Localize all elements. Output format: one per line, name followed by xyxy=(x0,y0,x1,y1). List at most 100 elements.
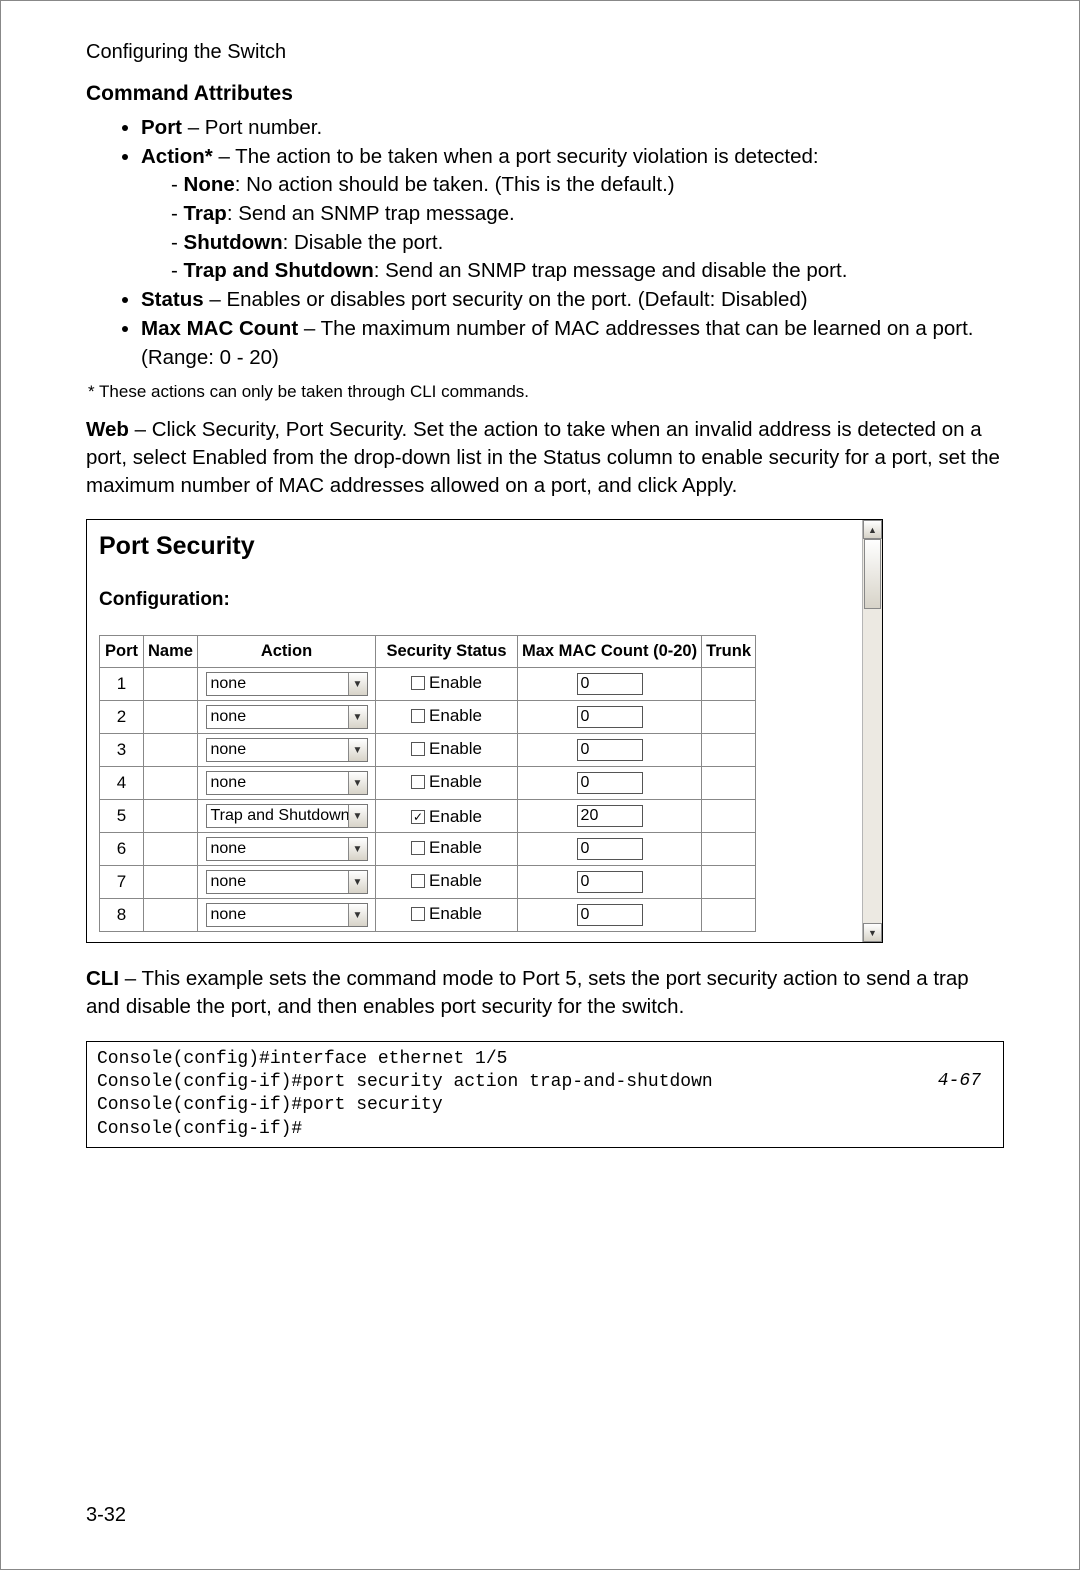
mac-count-input[interactable] xyxy=(577,673,643,695)
attr-status-desc: – Enables or disables port security on t… xyxy=(204,288,808,311)
action-none: None: No action should be taken. (This i… xyxy=(171,171,1004,200)
cell-name xyxy=(144,701,198,734)
attr-mac: Max MAC Count – The maximum number of MA… xyxy=(141,315,1004,372)
cli-commands: Console(config)#interface ethernet 1/5 C… xyxy=(97,1048,938,1142)
action-select-value: none xyxy=(207,708,348,726)
scroll-track[interactable] xyxy=(863,539,882,923)
scrollbar[interactable]: ▲ ▼ xyxy=(862,520,882,942)
cli-desc: – This example sets the command mode to … xyxy=(86,967,969,1018)
enable-checkbox[interactable] xyxy=(411,907,425,921)
cell-status: Enable xyxy=(376,833,518,866)
action-select[interactable]: none▼ xyxy=(206,837,368,861)
enable-checkbox[interactable] xyxy=(411,676,425,690)
cell-trunk xyxy=(702,767,756,800)
action-shutdown-desc: : Disable the port. xyxy=(283,231,444,254)
enable-label: Enable xyxy=(429,772,482,792)
cell-action: none▼ xyxy=(198,833,376,866)
dropdown-arrow-icon[interactable]: ▼ xyxy=(348,673,367,695)
dropdown-arrow-icon[interactable]: ▼ xyxy=(348,706,367,728)
mac-count-input[interactable] xyxy=(577,772,643,794)
cell-mac xyxy=(518,866,702,899)
enable-checkbox[interactable] xyxy=(411,775,425,789)
th-action: Action xyxy=(198,636,376,668)
panel-title: Port Security xyxy=(99,532,850,561)
attr-status-label: Status xyxy=(141,288,204,311)
table-row: 5Trap and Shutdown▼✓Enable xyxy=(100,800,756,833)
mac-count-input[interactable] xyxy=(577,838,643,860)
cell-trunk xyxy=(702,866,756,899)
cell-port: 8 xyxy=(100,899,144,932)
action-select-value: none xyxy=(207,906,348,924)
action-select-value: none xyxy=(207,873,348,891)
cell-trunk xyxy=(702,701,756,734)
table-header-row: Port Name Action Security Status Max MAC… xyxy=(100,636,756,668)
port-security-panel: Port Security Configuration: Port Name A… xyxy=(86,519,883,943)
table-row: 1none▼Enable xyxy=(100,668,756,701)
th-port: Port xyxy=(100,636,144,668)
action-trap: Trap: Send an SNMP trap message. xyxy=(171,200,1004,229)
action-select[interactable]: none▼ xyxy=(206,672,368,696)
attr-port-desc: – Port number. xyxy=(182,116,322,139)
dropdown-arrow-icon[interactable]: ▼ xyxy=(348,904,367,926)
cell-name xyxy=(144,866,198,899)
cell-action: none▼ xyxy=(198,701,376,734)
cell-name xyxy=(144,734,198,767)
enable-checkbox[interactable] xyxy=(411,841,425,855)
web-paragraph: Web – Click Security, Port Security. Set… xyxy=(86,416,1004,499)
cell-mac xyxy=(518,899,702,932)
panel-content: Port Security Configuration: Port Name A… xyxy=(87,520,862,942)
table-row: 2none▼Enable xyxy=(100,701,756,734)
action-select[interactable]: none▼ xyxy=(206,705,368,729)
dropdown-arrow-icon[interactable]: ▼ xyxy=(348,805,367,827)
cell-action: none▼ xyxy=(198,734,376,767)
enable-label: Enable xyxy=(429,838,482,858)
action-ts-desc: : Send an SNMP trap message and disable … xyxy=(374,259,848,282)
enable-checkbox[interactable] xyxy=(411,742,425,756)
scroll-up-button[interactable]: ▲ xyxy=(863,520,882,539)
action-none-label: None xyxy=(184,173,235,196)
mac-count-input[interactable] xyxy=(577,739,643,761)
table-row: 7 none▼ Enable xyxy=(100,866,756,899)
action-select[interactable]: Trap and Shutdown▼ xyxy=(206,804,368,828)
cell-mac xyxy=(518,668,702,701)
action-shutdown: Shutdown: Disable the port. xyxy=(171,229,1004,258)
action-select[interactable]: none▼ xyxy=(206,870,368,894)
action-select[interactable]: none▼ xyxy=(206,903,368,927)
cell-mac xyxy=(518,767,702,800)
cli-label: CLI xyxy=(86,967,119,990)
dropdown-arrow-icon[interactable]: ▼ xyxy=(348,838,367,860)
cell-status: Enable xyxy=(376,866,518,899)
attr-mac-label: Max MAC Count xyxy=(141,317,298,340)
cell-port: 1 xyxy=(100,668,144,701)
cli-paragraph: CLI – This example sets the command mode… xyxy=(86,965,1004,1020)
cell-port: 6 xyxy=(100,833,144,866)
mac-count-input[interactable] xyxy=(577,904,643,926)
th-trunk: Trunk xyxy=(702,636,756,668)
table-row: 8none▼Enable xyxy=(100,899,756,932)
cell-mac xyxy=(518,800,702,833)
cell-port: 7 xyxy=(100,866,144,899)
scroll-down-button[interactable]: ▼ xyxy=(863,923,882,942)
attr-status: Status – Enables or disables port securi… xyxy=(141,286,1004,315)
enable-checkbox[interactable] xyxy=(411,874,425,888)
action-select[interactable]: none▼ xyxy=(206,738,368,762)
mac-count-input[interactable] xyxy=(577,706,643,728)
cell-name xyxy=(144,767,198,800)
enable-label: Enable xyxy=(429,706,482,726)
enable-checkbox[interactable]: ✓ xyxy=(411,810,425,824)
dropdown-arrow-icon[interactable]: ▼ xyxy=(348,739,367,761)
cell-mac xyxy=(518,734,702,767)
page: Configuring the Switch Command Attribute… xyxy=(0,0,1080,1570)
attr-action-label: Action* xyxy=(141,145,213,168)
action-trap-shutdown: Trap and Shutdown: Send an SNMP trap mes… xyxy=(171,257,1004,286)
action-select[interactable]: none▼ xyxy=(206,771,368,795)
dropdown-arrow-icon[interactable]: ▼ xyxy=(348,772,367,794)
dropdown-arrow-icon[interactable]: ▼ xyxy=(348,871,367,893)
scroll-thumb[interactable] xyxy=(864,539,881,609)
enable-checkbox[interactable] xyxy=(411,709,425,723)
mac-count-input[interactable] xyxy=(577,805,643,827)
action-select-value: Trap and Shutdown xyxy=(207,807,348,825)
mac-count-input[interactable] xyxy=(577,871,643,893)
page-number: 3-32 xyxy=(86,1504,126,1527)
cell-name xyxy=(144,899,198,932)
